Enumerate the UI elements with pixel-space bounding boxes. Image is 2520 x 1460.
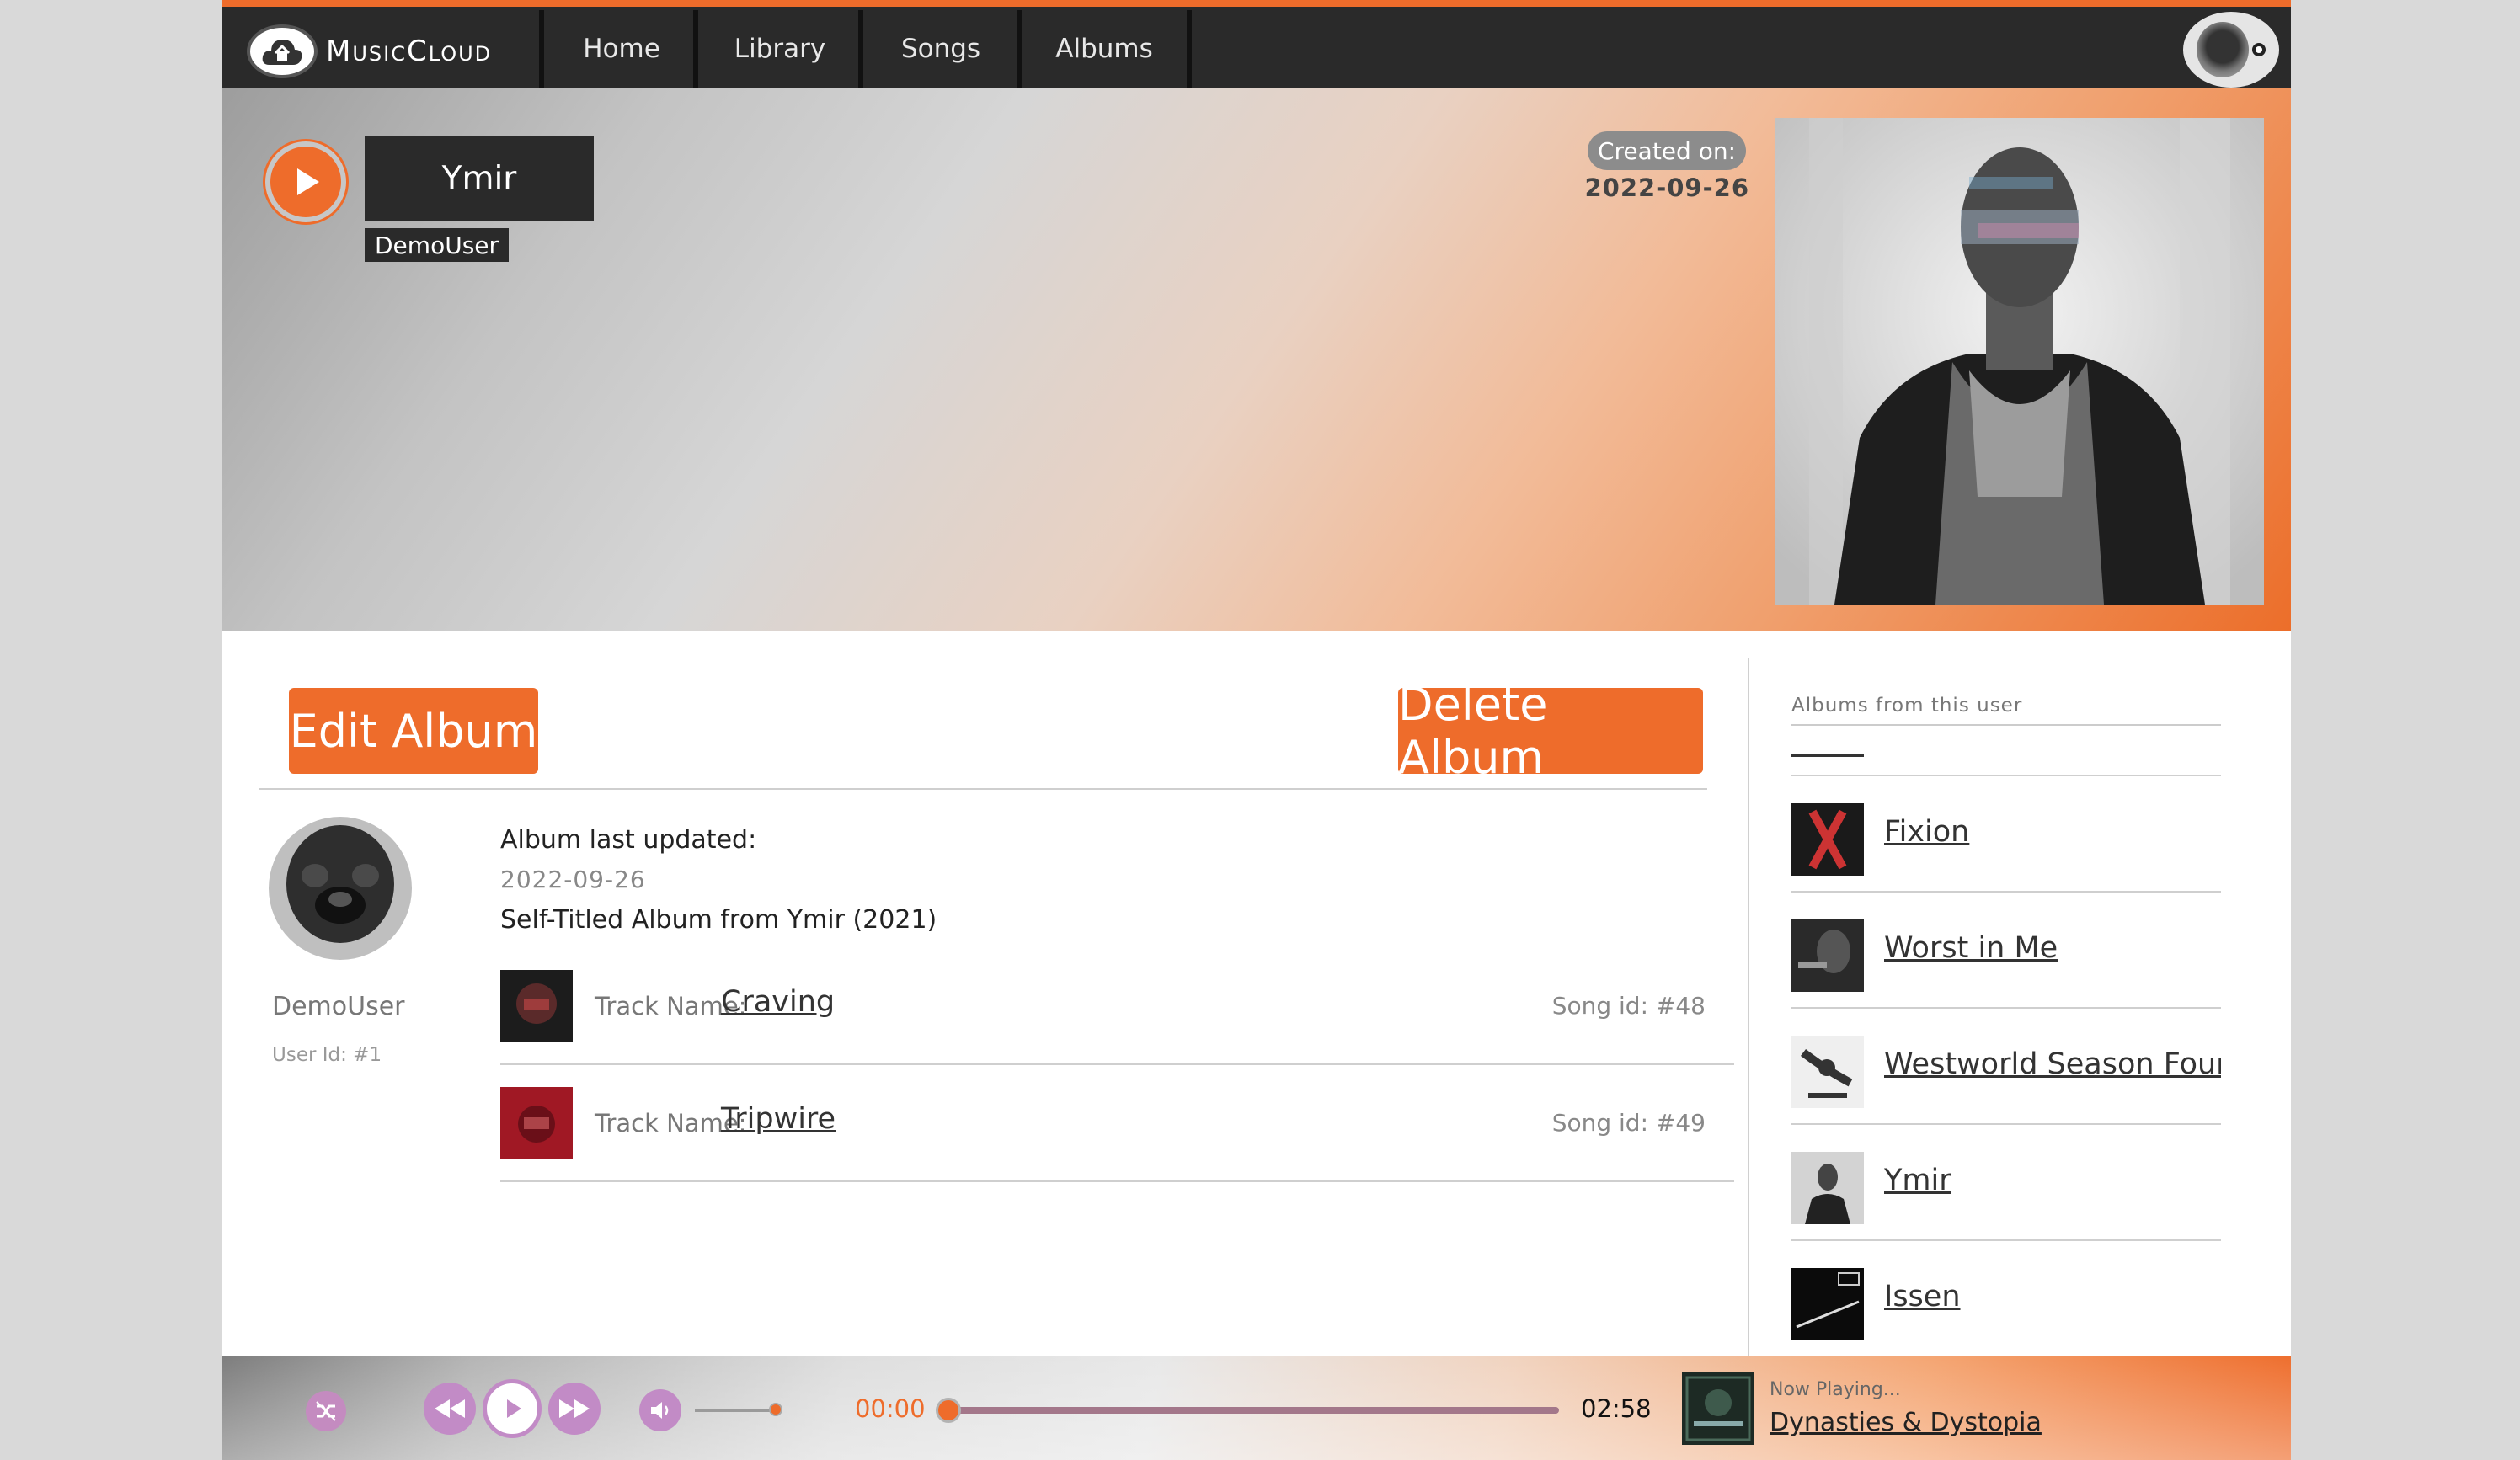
shuffle-button[interactable] — [306, 1391, 346, 1431]
created-on-badge: Created on: — [1588, 131, 1746, 170]
last-updated-date: 2022-09-26 — [500, 866, 646, 893]
now-playing-label: Now Playing... — [1770, 1379, 1901, 1400]
top-navbar: MusicCloud Home Library Songs Albums — [222, 0, 2291, 88]
sidebar-album-item[interactable]: Issen — [1791, 1239, 2221, 1356]
album-description: Self-Titled Album from Ymir (2021) — [500, 905, 937, 935]
edit-album-button[interactable]: Edit Album — [289, 688, 538, 774]
user-menu-indicator-icon — [2252, 43, 2266, 56]
sidebar-album-item[interactable]: Westworld Season Four Soundtrack — [1791, 1007, 2221, 1123]
sidebar-heading: Albums from this user — [1791, 695, 2023, 717]
volume-slider-handle[interactable] — [769, 1403, 782, 1416]
track-link[interactable]: Craving — [721, 985, 835, 1019]
album-owner-tag: DemoUser — [365, 228, 510, 262]
brand-name: MusicCloud — [326, 35, 493, 68]
album-thumbnail — [1791, 1268, 1864, 1340]
album-thumbnail — [1791, 1152, 1864, 1224]
sidebar-album-link[interactable]: Issen — [1884, 1280, 1961, 1313]
music-player-bar: 00:00 02:58 Now Playing... Dynasties & D… — [222, 1356, 2291, 1460]
avatar — [2197, 22, 2249, 77]
nav-tab-library[interactable]: Library — [693, 10, 862, 88]
play-pause-button[interactable] — [483, 1379, 542, 1438]
album-thumbnail — [1791, 1036, 1864, 1108]
seek-bar-handle[interactable] — [936, 1398, 961, 1423]
owner-user-id: User Id: #1 — [272, 1044, 382, 1066]
user-avatar-button[interactable] — [2183, 12, 2279, 88]
sidebar-album-link[interactable]: Worst in Me — [1884, 931, 2058, 965]
forward-button[interactable] — [548, 1383, 601, 1435]
divider — [1791, 754, 1864, 757]
owner-name: DemoUser — [272, 992, 405, 1021]
play-album-button[interactable] — [265, 141, 346, 222]
album-thumbnail — [1791, 803, 1864, 876]
sidebar-album-link[interactable]: Fixion — [1884, 815, 1969, 849]
seek-bar[interactable] — [944, 1407, 1559, 1414]
track-row: Track Name: Craving Song id: #48 — [500, 948, 1734, 1065]
volume-icon — [651, 1402, 669, 1419]
now-playing-title-link[interactable]: Dynasties & Dystopia — [1770, 1408, 2042, 1437]
album-hero: Ymir DemoUser Created on: 2022-09-26 — [222, 88, 2291, 631]
owner-avatar — [269, 817, 412, 960]
song-id: Song id: #48 — [1551, 992, 1706, 1020]
delete-album-button[interactable]: Delete Album — [1398, 678, 1703, 784]
album-title: Ymir — [365, 136, 594, 221]
album-content: Edit Album Delete Album DemoUser User Id… — [222, 631, 2291, 1356]
total-duration: 02:58 — [1581, 1394, 1652, 1423]
sidebar-album-link[interactable]: Ymir — [1884, 1164, 1951, 1197]
divider — [259, 788, 1707, 790]
album-cover-image — [1775, 118, 2264, 605]
albums-from-user-sidebar: Albums from this user Fixion Worst in Me — [1791, 631, 2221, 1356]
current-time: 00:00 — [855, 1394, 926, 1423]
sidebar-album-item[interactable]: Fixion — [1791, 775, 2221, 891]
sidebar-album-item[interactable]: Ymir — [1791, 1123, 2221, 1239]
forward-icon — [559, 1399, 590, 1418]
cloud-logo-icon — [247, 24, 318, 78]
track-cover-image — [500, 1087, 573, 1159]
divider — [1791, 724, 2221, 726]
nav-tab-home[interactable]: Home — [539, 10, 699, 88]
track-link[interactable]: Tripwire — [721, 1102, 836, 1136]
app-window: MusicCloud Home Library Songs Albums Ymi… — [222, 0, 2291, 1460]
sidebar-divider — [1748, 658, 1749, 1356]
play-icon — [297, 168, 319, 195]
created-date: 2022-09-26 — [1584, 173, 1749, 202]
shuffle-icon — [316, 1401, 336, 1421]
play-icon — [507, 1399, 521, 1418]
now-playing-cover — [1682, 1372, 1754, 1445]
sidebar-album-item[interactable]: Worst in Me — [1791, 891, 2221, 1007]
brand-logo[interactable]: MusicCloud — [247, 22, 492, 81]
song-id: Song id: #49 — [1551, 1109, 1706, 1137]
nav-tab-songs[interactable]: Songs — [858, 10, 1018, 88]
track-cover-image — [500, 970, 573, 1042]
sidebar-album-link[interactable]: Westworld Season Four Soundtrack — [1884, 1047, 2221, 1081]
volume-slider[interactable] — [695, 1409, 779, 1412]
last-updated-label: Album last updated: — [500, 825, 757, 855]
volume-button[interactable] — [639, 1389, 681, 1431]
rewind-icon — [435, 1399, 465, 1418]
track-row: Track Name: Tripwire Song id: #49 — [500, 1065, 1734, 1182]
rewind-button[interactable] — [424, 1383, 476, 1435]
album-thumbnail — [1791, 919, 1864, 992]
nav-tab-albums[interactable]: Albums — [1017, 10, 1192, 88]
